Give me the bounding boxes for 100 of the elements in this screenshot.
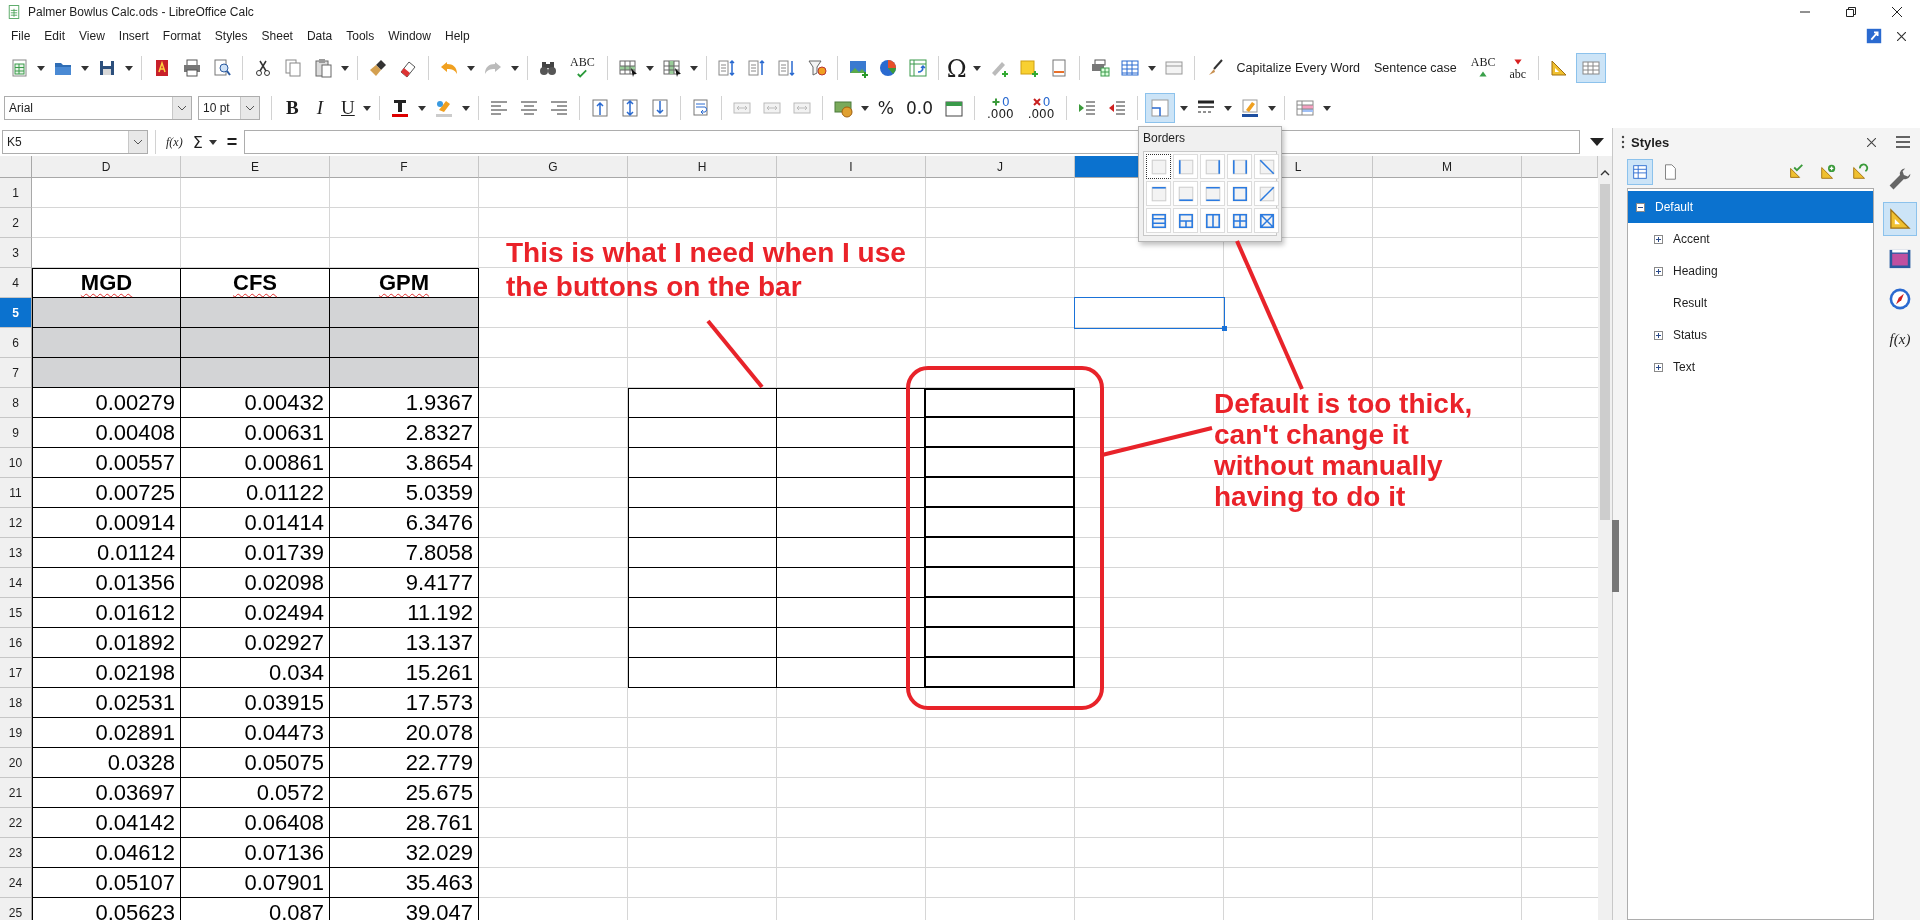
plus-icon[interactable] xyxy=(1654,362,1663,372)
row-header[interactable]: 6 xyxy=(0,328,32,358)
help-icon[interactable] xyxy=(1865,27,1883,45)
caret-icon[interactable] xyxy=(1268,105,1277,111)
formula-input-field[interactable] xyxy=(244,130,1580,154)
uppercase-button[interactable]: ABC xyxy=(1463,55,1503,81)
special-character-button[interactable]: Ω xyxy=(943,54,970,82)
highlighting-icon[interactable] xyxy=(433,98,454,118)
table-icon[interactable] xyxy=(617,58,638,78)
caret-icon[interactable] xyxy=(125,65,133,71)
align-right-icon[interactable] xyxy=(548,98,569,118)
tree-item[interactable]: Default xyxy=(1628,191,1873,223)
print-icon[interactable] xyxy=(182,58,202,78)
conditional-format-icon[interactable] xyxy=(1295,98,1316,118)
close-icon[interactable] xyxy=(1892,7,1902,17)
row-header[interactable]: 3 xyxy=(0,238,32,268)
menu-item[interactable]: Help xyxy=(437,29,477,43)
caret-icon[interactable] xyxy=(1147,65,1156,71)
menu-item[interactable]: Insert xyxy=(111,29,156,43)
row-header[interactable]: 12 xyxy=(0,508,32,538)
row-header[interactable]: 1 xyxy=(0,178,32,208)
column-header[interactable]: D xyxy=(32,156,181,178)
menu-item[interactable]: Sheet xyxy=(254,29,300,43)
font-size-field[interactable]: 10 pt xyxy=(198,96,260,120)
row-header[interactable]: 13 xyxy=(0,538,32,568)
caret-icon[interactable] xyxy=(511,65,519,71)
name-box[interactable]: K5 xyxy=(2,130,148,154)
caret-icon[interactable] xyxy=(362,105,371,111)
indent-icon[interactable] xyxy=(1077,98,1098,118)
number-format-button[interactable]: 0.0 xyxy=(899,94,939,122)
update-style-icon[interactable] xyxy=(1851,163,1869,181)
menu-item[interactable]: Window xyxy=(381,29,438,43)
grip-icon[interactable] xyxy=(1621,135,1625,149)
tree-item[interactable]: Result xyxy=(1628,287,1873,319)
row-header[interactable]: 8 xyxy=(0,388,32,418)
table-icon[interactable] xyxy=(661,58,682,78)
caret-icon[interactable] xyxy=(417,105,426,111)
delete-decimal-button[interactable]: 0 .000 xyxy=(1020,95,1062,121)
row-header[interactable]: 9 xyxy=(0,418,32,448)
caret-icon[interactable] xyxy=(177,105,187,111)
sum-button[interactable]: Σ xyxy=(187,131,206,153)
caret-icon[interactable] xyxy=(341,65,349,71)
plus-icon[interactable] xyxy=(1654,330,1663,340)
paintbrush-icon[interactable] xyxy=(368,58,388,78)
row-header[interactable]: 10 xyxy=(0,448,32,478)
align-middle-icon[interactable] xyxy=(619,98,640,118)
row-header[interactable]: 5 xyxy=(0,298,32,328)
column-header[interactable]: I xyxy=(777,156,926,178)
caret-icon[interactable] xyxy=(133,139,143,145)
caret-icon[interactable] xyxy=(81,65,89,71)
capitalize-button[interactable]: Capitalize Every Word xyxy=(1229,54,1368,82)
menu-item[interactable]: Styles xyxy=(207,29,255,43)
new-style-icon[interactable] xyxy=(1819,163,1837,181)
row-header[interactable]: 2 xyxy=(0,208,32,238)
row-header[interactable]: 21 xyxy=(0,778,32,808)
bold-button[interactable]: B xyxy=(277,94,308,122)
row-header[interactable]: 25 xyxy=(0,898,32,920)
restore-icon[interactable] xyxy=(1846,7,1856,17)
row-header[interactable]: 14 xyxy=(0,568,32,598)
paste-icon[interactable] xyxy=(313,58,333,78)
sort-icon[interactable] xyxy=(716,58,737,78)
caret-icon[interactable] xyxy=(972,65,981,71)
close-icon[interactable] xyxy=(1897,31,1906,41)
pie-chart-icon[interactable] xyxy=(877,58,898,78)
tree-item[interactable]: Status xyxy=(1628,319,1873,351)
row-header[interactable]: 23 xyxy=(0,838,32,868)
formula-button[interactable]: = xyxy=(219,130,245,154)
row-header[interactable]: 24 xyxy=(0,868,32,898)
plus-icon[interactable] xyxy=(1654,234,1663,244)
scrollbar[interactable] xyxy=(1598,156,1612,920)
tree-item[interactable]: Accent xyxy=(1628,223,1873,255)
caret-icon[interactable] xyxy=(461,105,470,111)
row-header[interactable]: 7 xyxy=(0,358,32,388)
column-header[interactable]: M xyxy=(1373,156,1522,178)
row-header[interactable]: 17 xyxy=(0,658,32,688)
caret-icon[interactable] xyxy=(860,105,869,111)
tree-item[interactable]: Heading xyxy=(1628,255,1873,287)
caret-icon[interactable] xyxy=(467,65,475,71)
caret-icon[interactable] xyxy=(37,65,45,71)
align-left-icon[interactable] xyxy=(488,98,509,118)
sort-ascending-icon[interactable] xyxy=(746,58,767,78)
row-header[interactable]: 18 xyxy=(0,688,32,718)
tree-item[interactable]: Text xyxy=(1628,351,1873,383)
row-header[interactable]: 22 xyxy=(0,808,32,838)
column-header[interactable]: E xyxy=(181,156,330,178)
italic-button[interactable]: I xyxy=(307,94,332,122)
caret-icon[interactable] xyxy=(1590,138,1604,146)
row-header[interactable]: 15 xyxy=(0,598,32,628)
sentence-case-button[interactable]: Sentence case xyxy=(1367,54,1464,82)
close-icon[interactable] xyxy=(1867,137,1876,147)
caret-icon[interactable] xyxy=(645,65,654,71)
function-wizard-button[interactable]: f(x) xyxy=(161,133,188,151)
calendar-icon[interactable] xyxy=(943,98,964,118)
lowercase-button[interactable]: abc xyxy=(1502,55,1534,81)
column-header[interactable]: G xyxy=(479,156,628,178)
caret-icon[interactable] xyxy=(245,105,255,111)
currency-icon[interactable] xyxy=(832,98,853,118)
font-color-icon[interactable] xyxy=(389,98,410,118)
menu-item[interactable]: Edit xyxy=(37,29,73,43)
add-decimal-button[interactable]: 0 .000 xyxy=(979,95,1021,121)
